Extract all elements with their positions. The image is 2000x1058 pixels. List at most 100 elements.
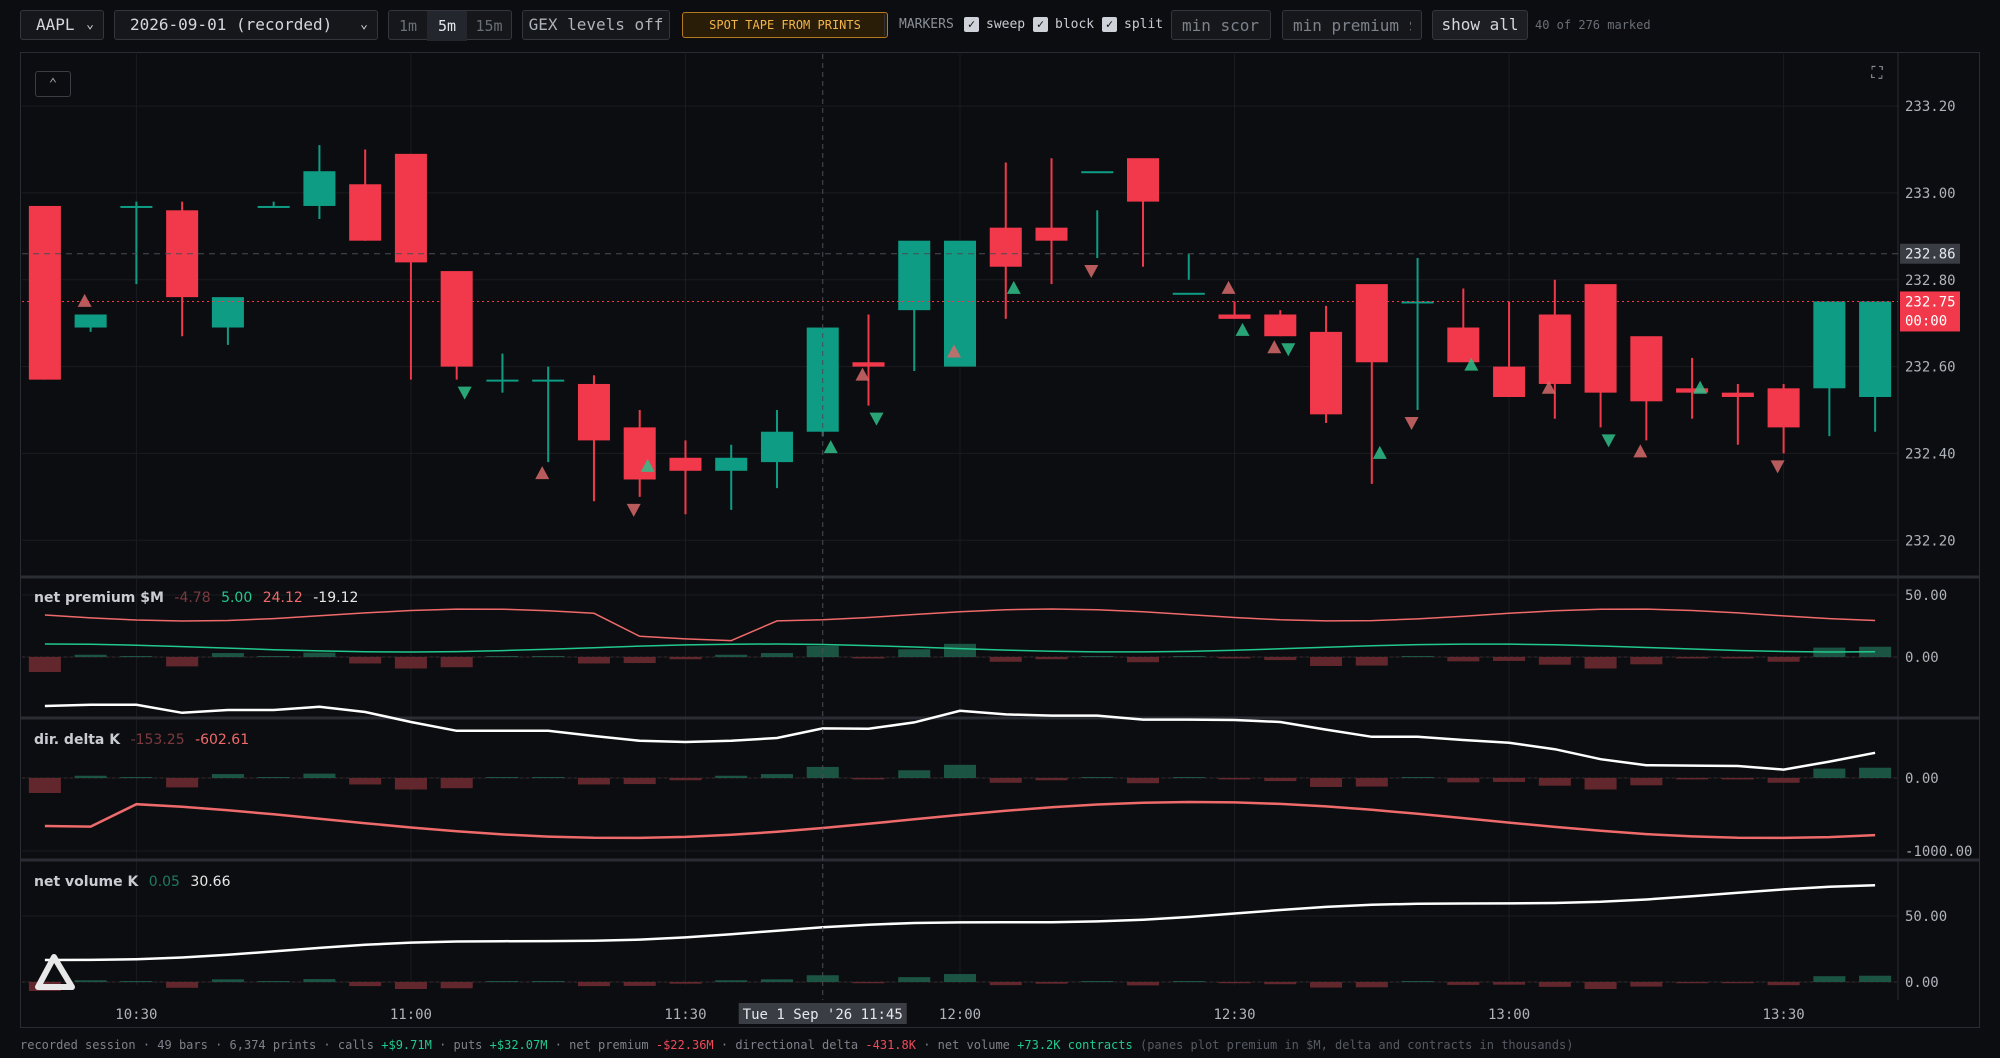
pane-bar [532,981,565,982]
app-logo-icon [35,954,75,990]
pane-bar [1127,778,1160,784]
pane-bar [1081,777,1114,778]
candle-body [1493,366,1526,397]
delta-v2: -602.61 [195,732,250,748]
pane-bar [1676,657,1709,659]
sweep-marker-up [855,367,870,381]
pane-bar [715,775,748,778]
price-tick-label: 232.80 [1905,273,1956,289]
pane-bar [74,775,107,778]
pane-bar [577,657,610,664]
candle-body [440,271,473,367]
time-tick-label: 12:30 [1213,1007,1255,1023]
pane-bar [1447,982,1480,985]
pane-bar [1172,656,1205,657]
volume-v1: 0.05 [148,874,180,890]
pane-bar [349,657,382,664]
pane-bar [1172,981,1205,982]
pane-bar [303,979,336,982]
premium-v1: -4.78 [174,590,211,606]
pane-bar [1721,657,1754,659]
pane-bar [989,982,1022,986]
pane-bar [486,777,519,778]
pane-bar [1218,778,1251,780]
candle-body [28,205,61,380]
pane-bar [623,778,656,785]
flow-markers [77,265,1785,517]
sweep-marker-down [1770,460,1785,474]
pane-bar [1630,657,1663,665]
pane-bar [1355,657,1388,666]
pane-bar [989,778,1022,783]
status-bar: recorded session · 49 bars · 6,374 print… [20,1038,1573,1052]
pane-bar [74,654,107,657]
time-tick-label: 11:30 [664,1007,706,1023]
pane-bar [1676,982,1709,984]
pane-bar [1493,778,1526,782]
candle-body [852,362,885,367]
delta-pane-title: dir. delta K [34,732,121,748]
sweep-marker-down [1601,434,1616,448]
pane-bar [1218,657,1251,659]
status-delta-label: · directional delta [720,1038,859,1052]
candle-body [1218,314,1251,319]
candle-body [669,457,702,471]
candle-body [349,184,382,241]
candle-body [120,205,153,208]
candle-body [532,379,565,382]
pane-bar [852,657,885,659]
pane-bar [1401,656,1434,657]
candle-body [1264,314,1297,337]
pane-bar [1401,777,1434,778]
last-price-label: 232.75 [1905,294,1956,310]
crosshair-price-label: 232.86 [1905,247,1956,263]
candle-body [898,240,931,311]
candle-body [303,171,336,206]
pane-bar [211,774,244,778]
pane-bar [394,982,427,989]
collapse-toggle-button[interactable]: ⌃ [35,71,71,97]
pane-bar [943,974,977,982]
pane-bar [1767,778,1800,783]
pane-bar [1813,976,1846,982]
volume-pane: 50.00 0.00 [22,884,1947,991]
pane-bar [486,981,519,982]
pane-bar [486,656,519,657]
pane-bar [760,774,793,778]
pane-bar [1538,778,1571,786]
countdown-label: 00:00 [1905,313,1947,329]
candle-body [1721,392,1754,397]
pane-bar [1218,982,1251,984]
pane-bar [440,657,473,668]
delta-v1: -153.25 [130,732,185,748]
pane-bar [1584,778,1617,790]
candle-body [1310,331,1343,415]
pane-bar [440,982,473,989]
volume-v2: 30.66 [190,874,231,890]
pane-tick-label: 0.00 [1905,650,1939,666]
pane-bar [1630,778,1663,786]
volume-pane-title: net volume K [34,874,139,890]
pane-bar [943,643,977,657]
pane-bar [1584,657,1617,669]
pane-bar [120,777,153,778]
pane-tick-label: 50.00 [1905,588,1947,604]
candle-body [1447,327,1480,363]
price-tick-label: 232.40 [1905,446,1956,462]
pane-bar [166,778,199,788]
premium-pane-title: net premium $M [34,590,164,606]
pane-bar [852,982,885,984]
pane-bar [760,653,793,657]
candle-body [1035,227,1068,241]
premium-v4: -19.12 [313,590,359,606]
fullscreen-icon[interactable]: ⛶ [1865,62,1889,84]
price-chart[interactable]: 10:30 11:00 11:30 12:00 12:30 13:00 13:30 233.2… [0,0,2000,1058]
pane-bar [715,980,748,982]
pane-bar [211,979,244,982]
pane-bar [166,657,199,667]
sweep-marker-down [1281,343,1296,357]
status-calls: +$9.71M [381,1038,432,1052]
pane-bar [120,656,153,657]
pane-bar [1859,975,1892,982]
candle-body [1813,301,1846,389]
